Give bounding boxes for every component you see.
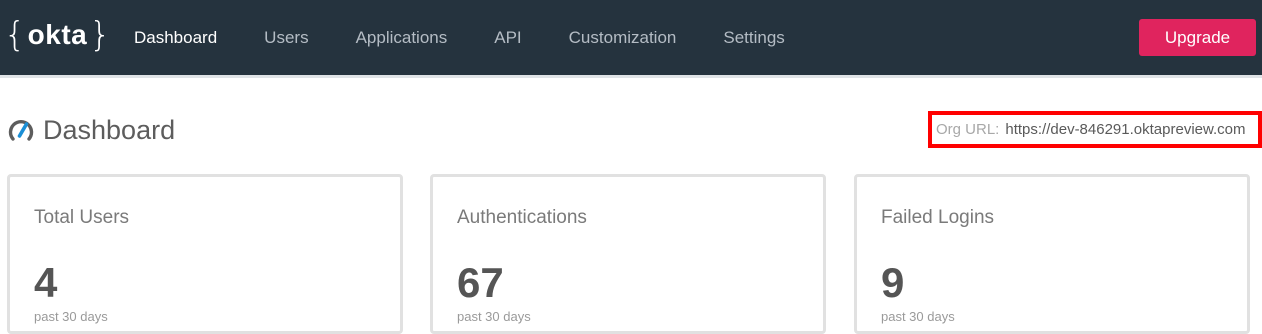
nav-applications[interactable]: Applications (356, 28, 448, 48)
org-url-highlight: Org URL: https://dev-846291.oktapreview.… (928, 111, 1262, 148)
nav-customization[interactable]: Customization (569, 28, 677, 48)
org-url-label: Org URL: (936, 121, 1000, 138)
upgrade-button[interactable]: Upgrade (1139, 19, 1256, 56)
main-nav: Dashboard Users Applications API Customi… (134, 0, 832, 75)
total-users-card: Total Users 4 past 30 days (7, 174, 403, 334)
logo-right-brace: } (89, 15, 111, 55)
org-url-value[interactable]: https://dev-846291.oktapreview.com (1005, 121, 1245, 138)
failed-logins-card: Failed Logins 9 past 30 days (854, 174, 1250, 334)
card-title: Authentications (457, 207, 587, 228)
nav-api[interactable]: API (494, 28, 521, 48)
page-header: Dashboard (6, 112, 175, 148)
authentications-card: Authentications 67 past 30 days (430, 174, 826, 334)
card-subtitle: past 30 days (457, 309, 531, 324)
nav-settings[interactable]: Settings (723, 28, 784, 48)
okta-logo[interactable]: { okta } (4, 14, 111, 56)
dashboard-gauge-icon (8, 120, 34, 141)
card-value: 67 (457, 259, 504, 306)
logo-text: okta (27, 19, 88, 50)
logo-left-brace: { (4, 15, 26, 55)
top-navigation-bar: { okta } Dashboard Users Applications AP… (0, 0, 1262, 78)
page-title: Dashboard (43, 114, 176, 145)
nav-dashboard[interactable]: Dashboard (134, 28, 217, 48)
card-value: 4 (34, 259, 58, 306)
card-subtitle: past 30 days (881, 309, 955, 324)
card-title: Failed Logins (881, 207, 995, 228)
card-title: Total Users (34, 207, 130, 228)
nav-users[interactable]: Users (264, 28, 308, 48)
card-value: 9 (881, 259, 905, 306)
card-subtitle: past 30 days (34, 309, 108, 324)
